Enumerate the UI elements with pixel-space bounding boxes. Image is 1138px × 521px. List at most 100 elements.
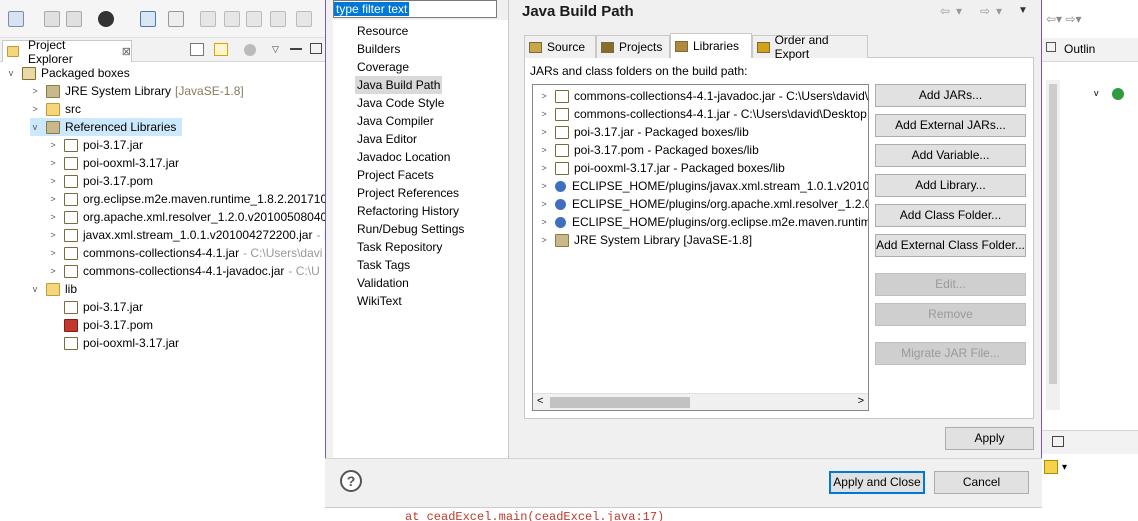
close-icon[interactable]: ⊠: [122, 45, 131, 58]
add-variable-button[interactable]: Add Variable...: [875, 144, 1026, 167]
tree-item[interactable]: v lib: [30, 280, 77, 298]
apply-and-close-button[interactable]: Apply and Close: [829, 471, 925, 494]
expand-arrow-icon[interactable]: >: [48, 158, 58, 168]
profile-icon[interactable]: [98, 11, 114, 27]
category-coverage[interactable]: Coverage: [355, 58, 411, 76]
focus-icon[interactable]: [244, 44, 256, 56]
expand-arrow-icon[interactable]: >: [539, 109, 549, 119]
add-library-button[interactable]: Add Library...: [875, 174, 1026, 197]
expand-arrow-icon[interactable]: >: [48, 266, 58, 276]
expand-arrow-icon[interactable]: >: [539, 145, 549, 155]
cancel-button[interactable]: Cancel: [934, 471, 1029, 494]
expand-arrow-icon[interactable]: >: [48, 194, 58, 204]
category-java-editor[interactable]: Java Editor: [355, 130, 419, 148]
tab-projects[interactable]: Projects: [596, 35, 670, 58]
tab-libraries[interactable]: Libraries: [670, 33, 752, 58]
tree-item[interactable]: > org.eclipse.m2e.maven.runtime_1.8.2.201…: [48, 190, 333, 208]
category-builders[interactable]: Builders: [355, 40, 402, 58]
tree-item[interactable]: > poi-3.17.pom: [48, 172, 153, 190]
tree-item[interactable]: v Referenced Libraries: [30, 118, 183, 136]
help-icon[interactable]: ?: [340, 470, 362, 492]
category-refactoring-history[interactable]: Refactoring History: [355, 202, 461, 220]
forward-icon[interactable]: ⇨▾: [980, 4, 1008, 18]
add-jars-button[interactable]: Add JARs...: [875, 84, 1026, 107]
expand-arrow-icon[interactable]: >: [539, 181, 549, 191]
expand-arrow-icon[interactable]: >: [539, 163, 549, 173]
back-nav-icon[interactable]: ⇦▾ ⇨▾: [1046, 12, 1082, 26]
resume-icon[interactable]: [200, 11, 216, 27]
expand-arrow-icon[interactable]: >: [30, 86, 40, 96]
category-task-repository[interactable]: Task Repository: [355, 238, 444, 256]
library-entry[interactable]: > JRE System Library [JavaSE-1.8]: [533, 231, 752, 249]
expand-arrow-icon[interactable]: >: [48, 248, 58, 258]
category-javadoc-location[interactable]: Javadoc Location: [355, 148, 452, 166]
view-menu-icon[interactable]: ▽: [272, 44, 279, 55]
scroll-left-icon[interactable]: <: [537, 395, 543, 407]
maximize-icon[interactable]: [310, 43, 322, 54]
category-project-facets[interactable]: Project Facets: [355, 166, 436, 184]
save-icon[interactable]: [44, 11, 60, 27]
add-external-jars-button[interactable]: Add External JARs...: [875, 114, 1026, 137]
tree-item[interactable]: > poi-3.17.jar: [48, 136, 143, 154]
expand-arrow-icon[interactable]: >: [539, 217, 549, 227]
tree-item[interactable]: poi-3.17.pom: [48, 316, 153, 334]
remove-button[interactable]: Remove: [875, 303, 1026, 326]
suspend-icon[interactable]: [224, 11, 240, 27]
tree-item[interactable]: > commons-collections4-4.1.jar - C:\Users\…: [48, 244, 322, 262]
category-task-tags[interactable]: Task Tags: [355, 256, 412, 274]
back-icon[interactable]: ⇦▾: [940, 4, 968, 18]
library-entry[interactable]: > poi-3.17.jar - Packaged boxes/lib: [533, 123, 748, 141]
libraries-list[interactable]: > commons-collections4-4.1-javadoc.jar - …: [532, 84, 869, 411]
vertical-scrollbar[interactable]: [1046, 80, 1060, 410]
apply-button[interactable]: Apply: [945, 427, 1034, 450]
terminal-icon[interactable]: [140, 11, 156, 27]
tree-item[interactable]: v Packaged boxes: [6, 64, 130, 82]
edit-button[interactable]: Edit...: [875, 273, 1026, 296]
expand-arrow-icon[interactable]: >: [48, 212, 58, 222]
disconnect-icon[interactable]: [270, 11, 286, 27]
link-editor-icon[interactable]: [214, 43, 228, 56]
scroll-thumb[interactable]: [550, 397, 690, 408]
tab-project-explorer[interactable]: Project Explorer ⊠: [2, 38, 132, 66]
save-all-icon[interactable]: [66, 11, 82, 27]
library-entry[interactable]: > ECLIPSE_HOME/plugins/javax.xml.stream_1…: [533, 177, 868, 195]
expand-arrow-icon[interactable]: >: [30, 104, 40, 114]
expand-arrow-icon[interactable]: >: [539, 127, 549, 137]
tree-item[interactable]: > JRE System Library [JavaSE-1.8]: [30, 82, 243, 100]
tree-item[interactable]: poi-3.17.jar: [48, 298, 143, 316]
library-entry[interactable]: > ECLIPSE_HOME/plugins/org.apache.xml.res…: [533, 195, 868, 213]
library-entry[interactable]: > commons-collections4-4.1-javadoc.jar - …: [533, 87, 868, 105]
category-java-code-style[interactable]: Java Code Style: [355, 94, 446, 112]
library-entry[interactable]: > ECLIPSE_HOME/plugins/org.eclipse.m2e.ma…: [533, 213, 868, 231]
horizontal-scrollbar[interactable]: < >: [533, 393, 868, 410]
outline-tab-label[interactable]: Outlin: [1064, 42, 1095, 56]
category-java-build-path[interactable]: Java Build Path: [355, 76, 443, 94]
vertical-scroll-thumb[interactable]: [1049, 84, 1057, 384]
migrate-jar-button[interactable]: Migrate JAR File...: [875, 342, 1026, 365]
tree-item[interactable]: > commons-collections4-4.1-javadoc.jar - C…: [48, 262, 319, 280]
category-run-debug-settings[interactable]: Run/Debug Settings: [355, 220, 466, 238]
category-validation[interactable]: Validation: [355, 274, 411, 292]
tab-order-and-export[interactable]: Order and Export: [752, 33, 868, 61]
category-java-compiler[interactable]: Java Compiler: [355, 112, 436, 130]
toolbar-item-icon[interactable]: [1044, 460, 1058, 474]
expand-arrow-icon[interactable]: >: [48, 230, 58, 240]
tree-item[interactable]: > src: [30, 100, 81, 118]
tree-item[interactable]: > org.apache.xml.resolver_1.2.0.v20100508…: [48, 208, 340, 226]
category-project-references[interactable]: Project References: [355, 184, 461, 202]
tree-item[interactable]: poi-ooxml-3.17.jar: [48, 334, 179, 352]
scroll-right-icon[interactable]: >: [858, 395, 864, 407]
add-external-class-folder-button[interactable]: Add External Class Folder...: [875, 234, 1026, 257]
add-class-folder-button[interactable]: Add Class Folder...: [875, 204, 1026, 227]
dropdown-arrow-icon[interactable]: ▾: [1062, 462, 1067, 473]
maximize-view-icon[interactable]: [1052, 436, 1064, 447]
collapse-arrow-icon[interactable]: v: [30, 284, 40, 294]
minimize-icon[interactable]: [290, 48, 302, 50]
collapse-arrow-icon[interactable]: v: [30, 122, 40, 132]
new-icon[interactable]: [8, 11, 24, 27]
tree-item[interactable]: > javax.xml.stream_1.0.1.v201004272200.ja…: [48, 226, 340, 244]
library-entry[interactable]: > commons-collections4-4.1.jar - C:\Users…: [533, 105, 866, 123]
category-wikitext[interactable]: WikiText: [355, 292, 404, 310]
filter-input[interactable]: type filter text: [333, 0, 497, 18]
library-entry[interactable]: > poi-3.17.pom - Packaged boxes/lib: [533, 141, 758, 159]
